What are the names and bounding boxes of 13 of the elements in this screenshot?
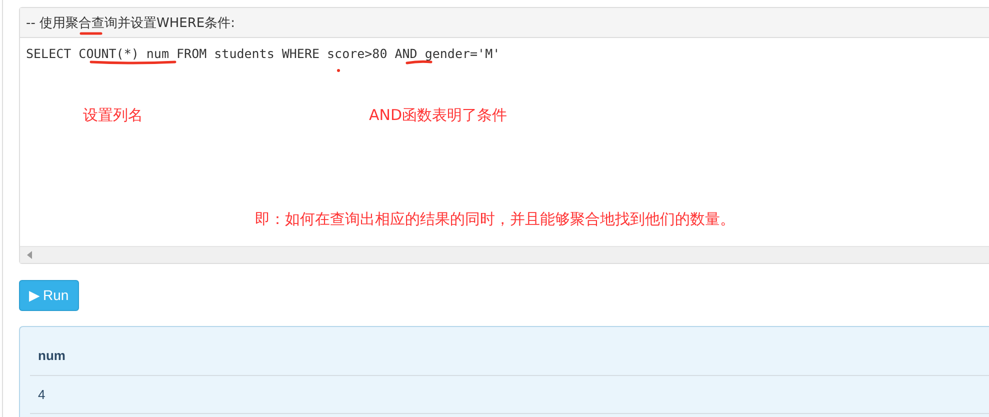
column-header: num — [30, 337, 989, 375]
editor-comment: -- 使用聚合查询并设置WHERE条件: — [20, 8, 989, 38]
play-icon: ▶ — [29, 287, 40, 303]
underline-mark — [405, 59, 433, 65]
annotation-text: 设置列名 — [83, 105, 143, 126]
table-cell: 4 — [30, 375, 989, 414]
annotation-text: 即：如何在查询出相应的结果的同时，并且能够聚合地找到他们的数量。 — [255, 209, 735, 230]
sql-code[interactable]: SELECT COUNT(*) num FROM students WHERE score>80 AND gender='M' — [20, 38, 506, 71]
underline-mark — [79, 31, 103, 36]
dot-mark — [337, 69, 340, 72]
scroll-left-icon[interactable] — [27, 251, 32, 259]
horizontal-scrollbar[interactable] — [20, 246, 989, 263]
annotation-text: AND函数表明了条件 — [369, 105, 508, 126]
